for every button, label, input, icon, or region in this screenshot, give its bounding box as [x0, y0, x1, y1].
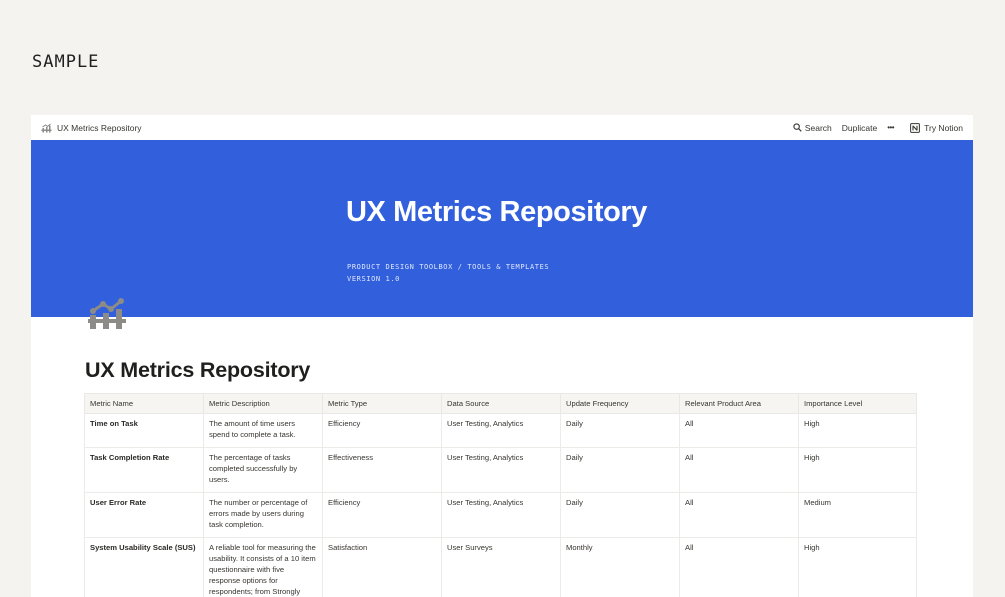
importance-level-cell[interactable]: High [798, 537, 917, 597]
product-area-cell[interactable]: All [679, 447, 799, 493]
metric-name-cell[interactable]: Task Completion Rate [84, 447, 204, 493]
column-header-update-frequency[interactable]: Update Frequency [560, 393, 680, 414]
metric-type-cell[interactable]: Satisfaction [322, 537, 442, 597]
metric-name-cell[interactable]: Time on Task [84, 413, 204, 448]
importance-level-cell[interactable]: High [798, 413, 917, 448]
cover-subtitle: PRODUCT DESIGN TOOLBOX / TOOLS & TEMPLAT… [347, 261, 549, 285]
data-source-cell[interactable]: User Testing, Analytics [441, 492, 561, 538]
metric-description-cell[interactable]: A reliable tool for measuring the usabil… [203, 537, 323, 597]
product-area-cell[interactable]: All [679, 492, 799, 538]
breadcrumb[interactable]: UX Metrics Repository [41, 123, 142, 133]
topbar: UX Metrics Repository Search Duplicate •… [31, 115, 973, 140]
column-header-relevant-product-area[interactable]: Relevant Product Area [679, 393, 799, 414]
metric-name-cell[interactable]: System Usability Scale (SUS) [84, 537, 204, 597]
search-icon [793, 123, 802, 132]
sample-label: SAMPLE [32, 52, 100, 72]
cover-banner: UX Metrics Repository PRODUCT DESIGN TOO… [31, 140, 973, 317]
table-row[interactable]: Task Completion Rate The percentage of t… [84, 447, 917, 493]
cover-title: UX Metrics Repository [346, 196, 648, 228]
importance-level-cell[interactable]: Medium [798, 492, 917, 538]
chart-icon [41, 123, 52, 133]
update-frequency-cell[interactable]: Daily [560, 447, 680, 493]
try-notion-label: Try Notion [924, 122, 963, 133]
table-row[interactable]: Time on Task The amount of time users sp… [84, 413, 917, 448]
more-options-icon[interactable]: ••• [887, 123, 894, 132]
column-header-data-source[interactable]: Data Source [441, 393, 561, 414]
update-frequency-cell[interactable]: Daily [560, 492, 680, 538]
metric-type-cell[interactable]: Efficiency [322, 413, 442, 448]
page-title: UX Metrics Repository [85, 358, 311, 382]
update-frequency-cell[interactable]: Daily [560, 413, 680, 448]
cover-version: VERSION 1.0 [347, 275, 400, 283]
cover-subtitle-line1: PRODUCT DESIGN TOOLBOX / TOOLS & TEMPLAT… [347, 263, 550, 271]
table-row[interactable]: User Error Rate The number or percentage… [84, 492, 917, 538]
column-header-importance-level[interactable]: Importance Level [798, 393, 917, 414]
importance-level-cell[interactable]: High [798, 447, 917, 493]
try-notion-button[interactable]: Try Notion [910, 123, 963, 133]
duplicate-button[interactable]: Duplicate [842, 123, 877, 133]
table-row[interactable]: System Usability Scale (SUS) A reliable … [84, 537, 917, 597]
column-header-metric-type[interactable]: Metric Type [322, 393, 442, 414]
search-label: Search [804, 122, 832, 133]
column-header-metric-description[interactable]: Metric Description [203, 393, 323, 414]
data-source-cell[interactable]: User Testing, Analytics [441, 413, 561, 448]
metrics-table: Metric Name Metric Description Metric Ty… [84, 393, 917, 597]
metric-description-cell[interactable]: The percentage of tasks completed succes… [203, 447, 323, 493]
table-header-row: Metric Name Metric Description Metric Ty… [84, 393, 917, 414]
notion-page-window: UX Metrics Repository Search Duplicate •… [31, 115, 973, 597]
metric-type-cell[interactable]: Efficiency [322, 492, 442, 538]
page-chart-icon[interactable] [87, 298, 127, 335]
column-header-metric-name[interactable]: Metric Name [84, 393, 204, 414]
update-frequency-cell[interactable]: Monthly [560, 537, 680, 597]
metric-type-cell[interactable]: Effectiveness [322, 447, 442, 493]
data-source-cell[interactable]: User Testing, Analytics [441, 447, 561, 493]
data-source-cell[interactable]: User Surveys [441, 537, 561, 597]
metric-description-cell[interactable]: The number or percentage of errors made … [203, 492, 323, 538]
metric-description-cell[interactable]: The amount of time users spend to comple… [203, 413, 323, 448]
breadcrumb-label: UX Metrics Repository [57, 122, 142, 133]
notion-logo-icon [910, 122, 921, 133]
product-area-cell[interactable]: All [679, 537, 799, 597]
search-button[interactable]: Search [793, 123, 832, 133]
metric-name-cell[interactable]: User Error Rate [84, 492, 204, 538]
product-area-cell[interactable]: All [679, 413, 799, 448]
